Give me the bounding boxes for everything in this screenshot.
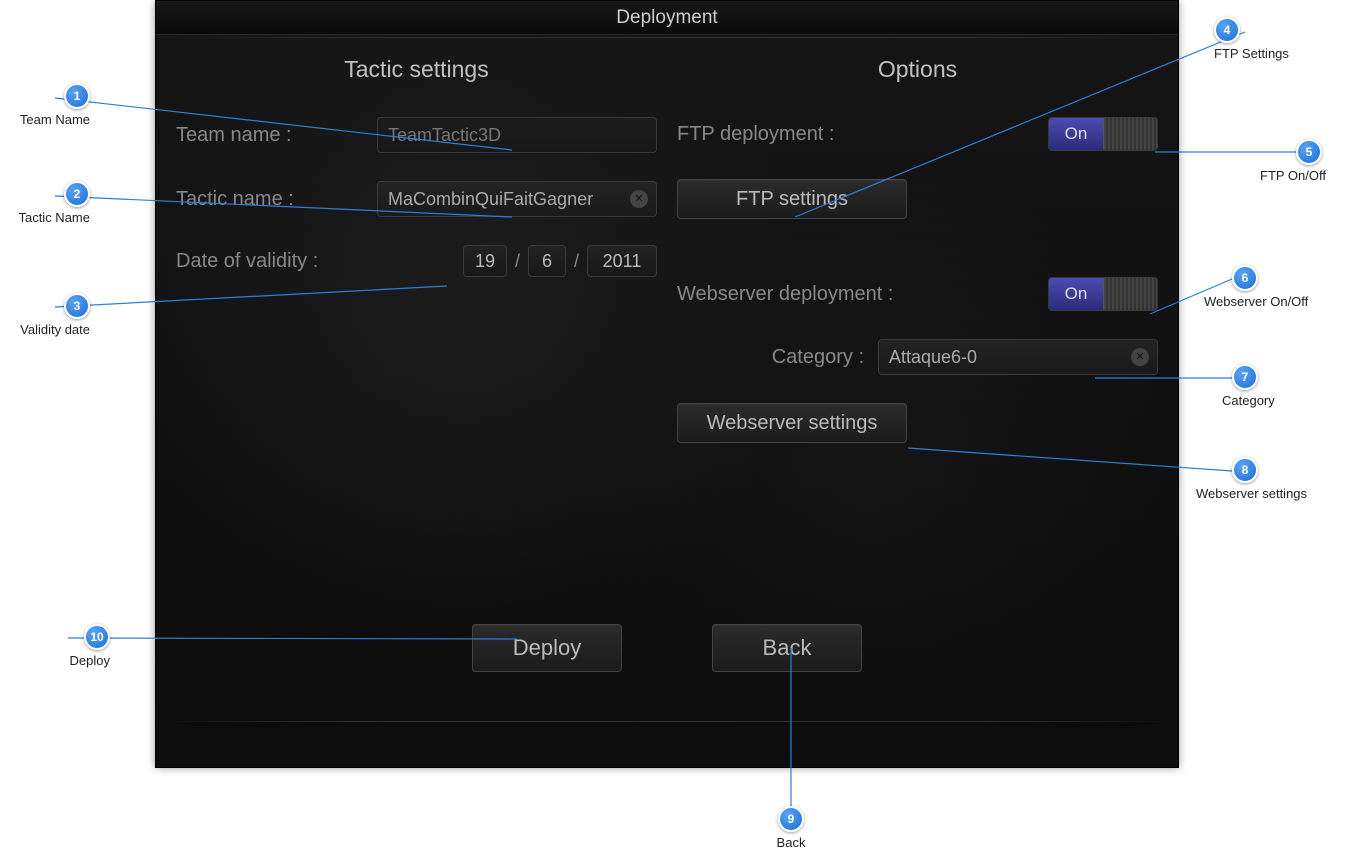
ftp-toggle[interactable]: On bbox=[1048, 117, 1158, 151]
tactic-name-field[interactable]: MaCombinQuiFaitGagner ✕ bbox=[377, 181, 657, 217]
callout-bubble-4[interactable]: 4 bbox=[1214, 17, 1240, 43]
date-group: 19 / 6 / 2011 bbox=[463, 245, 657, 277]
clear-icon[interactable]: ✕ bbox=[1131, 348, 1149, 366]
callout-bubble-9[interactable]: 9 bbox=[778, 806, 804, 832]
tactic-settings-heading: Tactic settings bbox=[176, 56, 657, 83]
team-name-field[interactable]: TeamTactic3D bbox=[377, 117, 657, 153]
callout-label-8: Webserver settings bbox=[1196, 486, 1307, 501]
callout-label-4: FTP Settings bbox=[1214, 46, 1289, 61]
callout-label-10: Deploy bbox=[70, 653, 110, 668]
category-row: Category : Attaque6-0 ✕ bbox=[677, 339, 1158, 375]
callout-bubble-5[interactable]: 5 bbox=[1296, 139, 1322, 165]
callout-label-3: Validity date bbox=[20, 322, 90, 337]
date-sep: / bbox=[574, 251, 579, 272]
toggle-knob-icon bbox=[1103, 118, 1157, 150]
callout-bubble-7[interactable]: 7 bbox=[1232, 364, 1258, 390]
deployment-window: Deployment Tactic settings Team name : T… bbox=[155, 0, 1179, 768]
callout-label-6: Webserver On/Off bbox=[1204, 294, 1308, 309]
webserver-toggle-on-label: On bbox=[1049, 278, 1103, 310]
webserver-toggle[interactable]: On bbox=[1048, 277, 1158, 311]
callout-label-7: Category bbox=[1222, 393, 1275, 408]
webserver-deployment-label: Webserver deployment : bbox=[677, 283, 893, 306]
callout-label-5: FTP On/Off bbox=[1260, 168, 1326, 183]
date-day-field[interactable]: 19 bbox=[463, 245, 507, 277]
divider bbox=[156, 721, 1178, 722]
callout-bubble-10[interactable]: 10 bbox=[84, 624, 110, 650]
date-sep: / bbox=[515, 251, 520, 272]
tactic-name-value: MaCombinQuiFaitGagner bbox=[388, 189, 593, 210]
webserver-settings-row: Webserver settings bbox=[677, 403, 1158, 443]
category-value: Attaque6-0 bbox=[889, 347, 977, 368]
tactic-name-row: Tactic name : MaCombinQuiFaitGagner ✕ bbox=[176, 181, 657, 217]
callout-bubble-8[interactable]: 8 bbox=[1232, 457, 1258, 483]
callout-label-2: Tactic Name bbox=[18, 210, 90, 225]
team-name-row: Team name : TeamTactic3D bbox=[176, 117, 657, 153]
date-month-field[interactable]: 6 bbox=[528, 245, 566, 277]
webserver-settings-button[interactable]: Webserver settings bbox=[677, 403, 907, 443]
content-columns: Tactic settings Team name : TeamTactic3D… bbox=[166, 56, 1168, 597]
date-row: Date of validity : 19 / 6 / 2011 bbox=[176, 245, 657, 277]
tactic-settings-column: Tactic settings Team name : TeamTactic3D… bbox=[166, 56, 667, 597]
ftp-toggle-on-label: On bbox=[1049, 118, 1103, 150]
callout-label-1: Team Name bbox=[20, 112, 90, 127]
callout-bubble-2[interactable]: 2 bbox=[64, 181, 90, 207]
clear-icon[interactable]: ✕ bbox=[630, 190, 648, 208]
options-heading: Options bbox=[677, 56, 1158, 83]
team-name-value: TeamTactic3D bbox=[388, 125, 501, 146]
date-year-field[interactable]: 2011 bbox=[587, 245, 657, 277]
tactic-name-label: Tactic name : bbox=[176, 188, 294, 211]
team-name-label: Team name : bbox=[176, 124, 292, 147]
webserver-row: Webserver deployment : On bbox=[677, 277, 1158, 311]
back-button[interactable]: Back bbox=[712, 624, 862, 672]
category-field[interactable]: Attaque6-0 ✕ bbox=[878, 339, 1158, 375]
date-label: Date of validity : bbox=[176, 250, 318, 273]
ftp-settings-row: FTP settings bbox=[677, 179, 1158, 219]
ftp-settings-button[interactable]: FTP settings bbox=[677, 179, 907, 219]
category-label: Category : bbox=[772, 346, 864, 369]
window-title: Deployment bbox=[156, 1, 1178, 35]
bottom-buttons: Deploy Back bbox=[156, 624, 1178, 672]
toggle-knob-icon bbox=[1103, 278, 1157, 310]
ftp-deployment-label: FTP deployment : bbox=[677, 123, 834, 146]
ftp-row: FTP deployment : On bbox=[677, 117, 1158, 151]
callout-bubble-6[interactable]: 6 bbox=[1232, 265, 1258, 291]
divider bbox=[156, 37, 1178, 38]
callout-bubble-1[interactable]: 1 bbox=[64, 83, 90, 109]
options-column: Options FTP deployment : On FTP settings… bbox=[667, 56, 1168, 597]
deploy-button[interactable]: Deploy bbox=[472, 624, 622, 672]
callout-label-9: Back bbox=[777, 835, 806, 850]
callout-bubble-3[interactable]: 3 bbox=[64, 293, 90, 319]
